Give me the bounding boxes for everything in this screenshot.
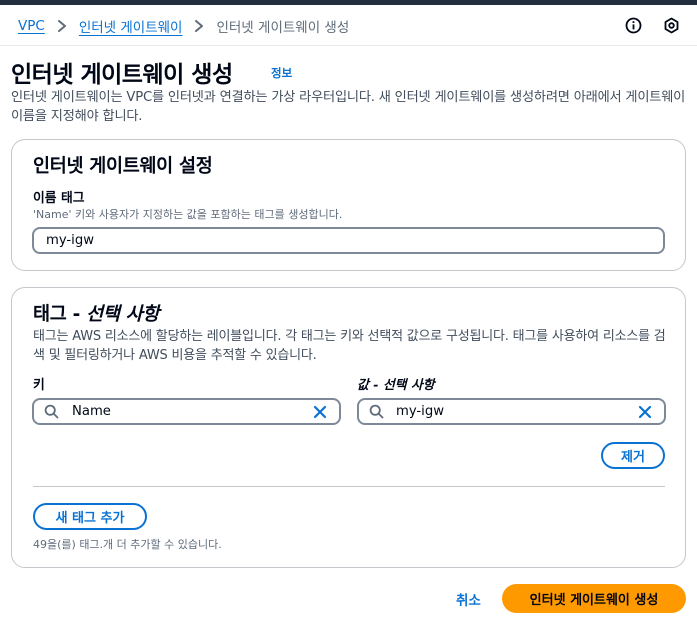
page-description: 인터넷 게이트웨이는 VPC를 인터넷과 연결하는 가상 라우터입니다. 새 인…: [11, 90, 686, 124]
cancel-button[interactable]: 취소: [456, 589, 481, 609]
tag-value-value: my-igw: [396, 404, 444, 419]
info-link[interactable]: 정보: [271, 65, 292, 81]
remaining-tags-note: 49을(를) 태그.개 더 추가할 수 있습니다.: [33, 538, 222, 551]
tags-card: 태그 - 선택 사항 태그는 AWS 리소스에 할당하는 레이블입니다. 각 태…: [11, 287, 686, 568]
create-gateway-button[interactable]: 인터넷 게이트웨이 생성: [502, 584, 686, 613]
name-tag-value: my-igw: [46, 233, 94, 248]
search-icon: [44, 404, 60, 420]
breadcrumb-vpc[interactable]: VPC: [18, 18, 45, 34]
tags-title-main: 태그 -: [33, 304, 87, 325]
tags-divider: [33, 486, 665, 487]
name-tag-label: 이름 태그: [33, 191, 85, 206]
top-nav-bar: [0, 0, 697, 5]
name-tag-hint: 'Name' 키와 사용자가 지정하는 값을 포함하는 태그를 생성합니다.: [33, 208, 343, 221]
tag-key-input[interactable]: Name: [32, 398, 341, 425]
breadcrumb: VPC 인터넷 게이트웨이 인터넷 게이트웨이 생성: [18, 15, 349, 37]
chevron-right-icon: [194, 20, 204, 32]
tags-card-description: 태그는 AWS 리소스에 할당하는 레이블입니다. 각 태그는 키와 선택적 값…: [33, 329, 666, 363]
chevron-right-icon: [57, 20, 67, 32]
breadcrumb-current: 인터넷 게이트웨이 생성: [216, 20, 350, 36]
gateway-settings-card: 인터넷 게이트웨이 설정 이름 태그 'Name' 키와 사용자가 지정하는 값…: [11, 139, 686, 271]
search-icon: [369, 404, 385, 420]
close-icon[interactable]: [638, 404, 654, 420]
tag-key-label: 키: [33, 378, 45, 393]
tags-card-title: 태그 - 선택 사항: [33, 300, 159, 326]
tag-key-value: Name: [72, 404, 111, 419]
remove-tag-button[interactable]: 제거: [601, 442, 665, 469]
close-icon[interactable]: [313, 404, 329, 420]
page-title: 인터넷 게이트웨이 생성: [11, 62, 233, 88]
breadcrumb-internet-gateways[interactable]: 인터넷 게이트웨이: [79, 16, 183, 36]
header-divider: [0, 45, 697, 46]
settings-icon[interactable]: [662, 16, 680, 34]
info-circle-icon[interactable]: [624, 16, 642, 34]
add-tag-button[interactable]: 새 태그 추가: [33, 503, 147, 530]
tag-value-input[interactable]: my-igw: [357, 398, 666, 425]
tag-value-label: 값 - 선택 사항: [357, 378, 435, 393]
settings-card-title: 인터넷 게이트웨이 설정: [33, 156, 213, 177]
tags-title-optional: 선택 사항: [86, 304, 160, 325]
name-tag-input[interactable]: my-igw: [32, 227, 665, 254]
